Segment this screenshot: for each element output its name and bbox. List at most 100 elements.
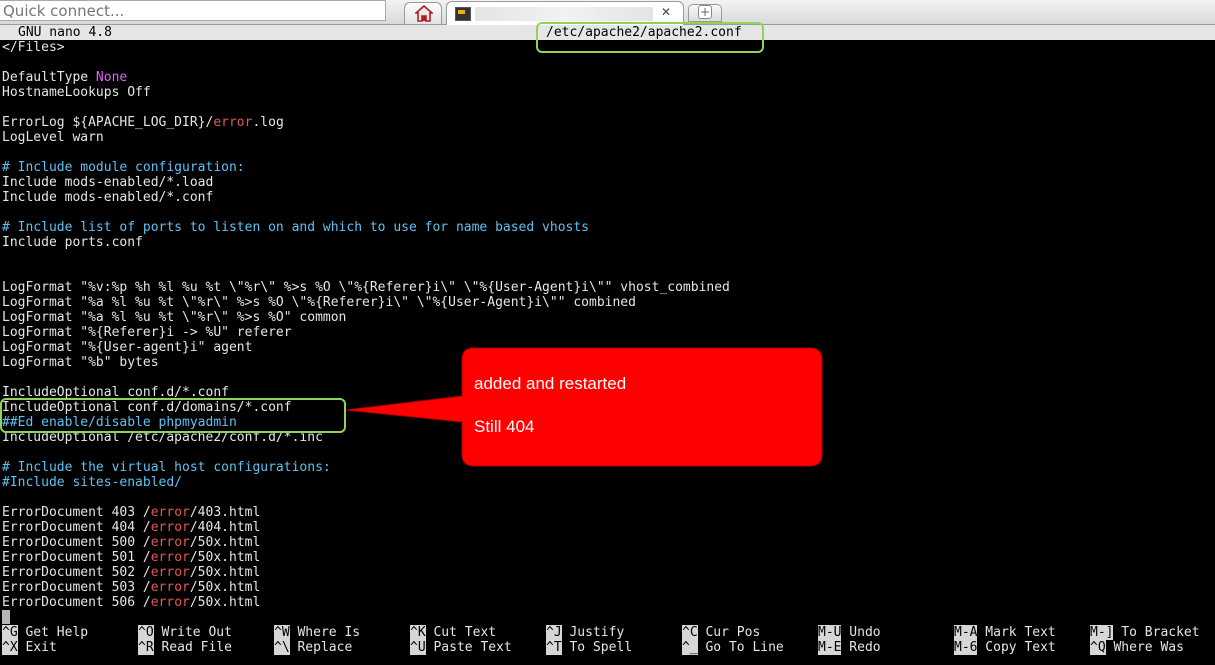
code-token: LogFormat "%v:%p %h %l %u %t \"%r\" %>s … [2, 280, 730, 295]
code-token: LogFormat "%{Referer}i -> %U" referer [2, 325, 292, 340]
code-line: # Include module configuration: [2, 160, 730, 175]
code-line: ErrorDocument 404 /error/404.html [2, 520, 730, 535]
code-token: /50x.html [189, 580, 261, 595]
close-icon[interactable]: ✕ [661, 5, 671, 19]
code-line: LogFormat "%{User-agent}i" agent [2, 340, 730, 355]
shortcut-label: To Spell [561, 640, 633, 655]
shortcut-label: Exit [17, 640, 57, 655]
shortcut-label: Undo [841, 625, 881, 640]
code-line: </Files> [2, 40, 730, 55]
shortcut-key: ^G [2, 625, 18, 640]
code-line [2, 610, 730, 625]
code-line: LogFormat "%a %l %u %t \"%r\" %>s %O \"%… [2, 295, 730, 310]
terminal[interactable]: GNU nano 4.8 /etc/apache2/apache2.conf <… [0, 25, 1215, 665]
shortcut-label: Copy Text [977, 640, 1056, 655]
code-token: /403.html [189, 505, 261, 520]
shortcut-item: ^R Read File [138, 640, 232, 655]
shortcut-key: ^K [410, 625, 426, 640]
code-token: error [150, 565, 190, 580]
code-line: LogLevel warn [2, 130, 730, 145]
code-line: #Include sites-enabled/ [2, 475, 730, 490]
code-token: ErrorLog ${APACHE_LOG_DIR}/ [2, 115, 214, 130]
code-token: LogFormat "%a %l %u %t \"%r\" %>s %O \"%… [2, 295, 636, 310]
shortcut-item: ^U Paste Text [410, 640, 512, 655]
code-token: HostnameLookups Off [2, 85, 151, 100]
shortcut-key: ^J [546, 625, 562, 640]
callout-line-2: Still 404 [474, 417, 535, 436]
shortcut-item: M-U Undo [818, 625, 881, 640]
shortcut-label: Where Is [289, 625, 361, 640]
shortcut-label: Paste Text [425, 640, 512, 655]
code-token: error [150, 580, 190, 595]
code-token: IncludeOptional conf.d/*.conf [2, 385, 229, 400]
code-line: Include ports.conf [2, 235, 730, 250]
code-token: error [150, 550, 190, 565]
code-line: DefaultType None [2, 70, 730, 85]
code-token: error [213, 115, 253, 130]
shortcut-label: Cut Text [425, 625, 497, 640]
code-token: ErrorDocument 502 / [2, 565, 151, 580]
shortcut-key: ^\ [274, 640, 290, 655]
shortcut-key: M-U [818, 625, 842, 640]
shortcut-key: M-A [954, 625, 978, 640]
quick-connect-input[interactable] [0, 0, 386, 21]
code-line: ErrorLog ${APACHE_LOG_DIR}/error.log [2, 115, 730, 130]
code-token: IncludeOptional conf.d/domains/*.conf [2, 400, 292, 415]
shortcut-key: M-6 [954, 640, 978, 655]
home-tab[interactable] [404, 2, 442, 24]
code-line: ErrorDocument 506 /error/50x.html [2, 595, 730, 610]
shortcut-item: ^T To Spell [546, 640, 632, 655]
code-token: /404.html [189, 520, 261, 535]
code-line: ErrorDocument 500 /error/50x.html [2, 535, 730, 550]
code-line: IncludeOptional /etc/apache2/conf.d/*.in… [2, 430, 730, 445]
shortcut-key: ^Q [1090, 640, 1106, 655]
new-tab-button[interactable]: + [688, 4, 722, 22]
code-token: LogFormat "%a %l %u %t \"%r\" %>s %O" co… [2, 310, 347, 325]
shortcut-key: ^_ [682, 640, 698, 655]
shortcut-item: ^_ Go To Line [682, 640, 784, 655]
code-token: Include mods-enabled/*.conf [2, 190, 214, 205]
code-line: ErrorDocument 503 /error/50x.html [2, 580, 730, 595]
shortcut-label: Get Help [17, 625, 89, 640]
shortcut-key: M-] [1090, 625, 1114, 640]
shortcut-key: ^X [2, 640, 18, 655]
shortcut-item: ^X Exit [2, 640, 57, 655]
code-token: LogFormat "%{User-agent}i" agent [2, 340, 253, 355]
code-line: LogFormat "%b" bytes [2, 355, 730, 370]
shortcut-item: ^K Cut Text [410, 625, 496, 640]
code-line: Include mods-enabled/*.conf [2, 190, 730, 205]
code-token: ErrorDocument 500 / [2, 535, 151, 550]
code-token: ErrorDocument 506 / [2, 595, 151, 610]
shortcut-item: ^G Get Help [2, 625, 88, 640]
callout-line-1: added and restarted [474, 374, 627, 393]
editor-buffer[interactable]: </Files> DefaultType None HostnameLookups … [2, 40, 730, 625]
code-line: ##Ed enable/disable phpmyadmin [2, 415, 730, 430]
shortcut-key: M-E [818, 640, 842, 655]
shortcut-key: ^O [138, 625, 154, 640]
shortcut-item: M-] To Bracket [1090, 625, 1200, 640]
shortcut-key: ^U [410, 640, 426, 655]
code-line: ErrorDocument 403 /error/403.html [2, 505, 730, 520]
code-token: ErrorDocument 403 / [2, 505, 151, 520]
code-line: # Include the virtual host configuration… [2, 460, 730, 475]
key-icon [455, 7, 471, 21]
code-token: Include ports.conf [2, 235, 143, 250]
code-token: # Include list of ports to listen on and… [2, 220, 589, 235]
shortcut-label: Where Was [1105, 640, 1184, 655]
code-token: /50x.html [189, 550, 261, 565]
code-line: IncludeOptional conf.d/domains/*.conf [2, 400, 730, 415]
code-token: error [150, 535, 190, 550]
code-token: Include mods-enabled/*.load [2, 175, 214, 190]
code-token: .log [252, 115, 284, 130]
code-token: ErrorDocument 501 / [2, 550, 151, 565]
code-token: error [150, 520, 190, 535]
shortcut-label: Mark Text [977, 625, 1056, 640]
code-token: LogLevel warn [2, 130, 104, 145]
text-cursor [2, 610, 10, 624]
code-token: /50x.html [189, 565, 261, 580]
ssh-session-tab[interactable]: ✕ [446, 1, 684, 25]
